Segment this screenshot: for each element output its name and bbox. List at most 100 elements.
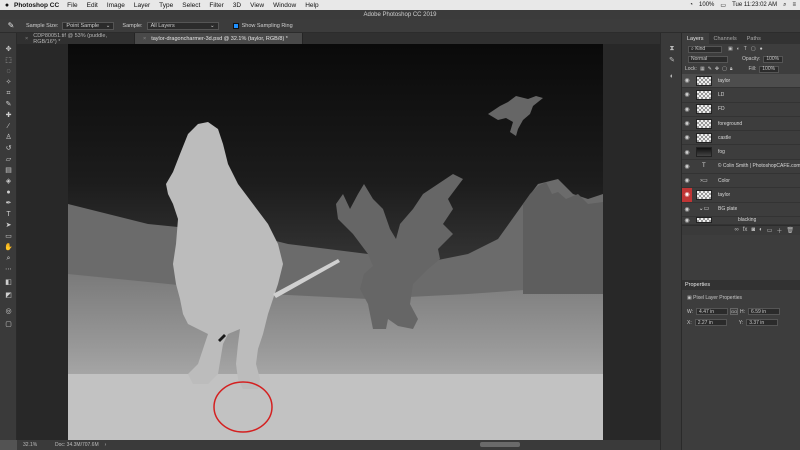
filter-adjustment-icon[interactable]: ◐ [737, 46, 740, 52]
clock[interactable]: Tue 11:23:02 AM [732, 2, 777, 8]
layer-style-icon[interactable]: fx [743, 227, 748, 233]
lasso-tool-icon[interactable]: ◌ [4, 67, 13, 76]
menu-select[interactable]: Select [182, 2, 200, 9]
color-panel-icon[interactable]: ◐ [668, 73, 676, 81]
new-group-icon[interactable]: ▭ [767, 227, 773, 234]
gradient-tool-icon[interactable]: ▤ [4, 166, 13, 175]
layer-row[interactable]: ◉ ›▭ Color [682, 174, 800, 189]
document-tab-active[interactable]: × taylor-dragoncharmer-3d.psd @ 32.1% (t… [135, 33, 303, 44]
menu-filter[interactable]: Filter [209, 2, 223, 9]
properties-title[interactable]: Properties [682, 280, 800, 290]
eye-icon[interactable]: ◉ [682, 177, 692, 184]
fill-field[interactable]: 100% [759, 65, 780, 73]
add-mask-icon[interactable]: ◙ [751, 227, 755, 233]
opacity-field[interactable]: 100% [763, 55, 784, 63]
filter-type-icon[interactable]: T [744, 46, 747, 52]
history-brush-tool-icon[interactable]: ↺ [4, 144, 13, 153]
tab-layers[interactable]: Layers [682, 33, 709, 44]
rectangle-tool-icon[interactable]: ▭ [4, 232, 13, 241]
zoom-tool-icon[interactable]: ⌕ [4, 254, 13, 263]
lock-pixels-icon[interactable]: ✎ [708, 66, 712, 72]
menu-file[interactable]: File [67, 2, 77, 9]
layer-row[interactable]: ◉ taylor [682, 74, 800, 89]
link-dimensions-button[interactable]: GO [730, 308, 739, 315]
type-tool-icon[interactable]: T [4, 210, 13, 219]
lock-artboard-icon[interactable]: ▢ [722, 66, 727, 72]
apple-icon[interactable]: ● [0, 2, 14, 9]
layer-kind-filter[interactable]: ⌕ Kind [688, 45, 722, 53]
crop-tool-icon[interactable]: ⌗ [4, 89, 13, 98]
layer-row[interactable]: ◉ fog [682, 145, 800, 160]
lock-position-icon[interactable]: ✥ [715, 66, 719, 72]
y-field[interactable]: 3.37 in [746, 319, 779, 326]
eye-icon[interactable]: ◉ [682, 149, 692, 156]
hand-tool-icon[interactable]: ✋ [4, 243, 13, 252]
layer-row[interactable]: ◉ LD [682, 88, 800, 103]
menu-help[interactable]: Help [305, 2, 318, 9]
menu-layer[interactable]: Layer [134, 2, 150, 9]
layer-row[interactable]: ◉ foreground [682, 117, 800, 132]
lock-transparent-icon[interactable]: ▦ [700, 66, 705, 72]
battery-icon[interactable]: ▭ [720, 2, 726, 9]
width-field[interactable]: 4.47 in [696, 308, 729, 315]
eye-icon[interactable]: ◉ [682, 77, 692, 84]
dodge-tool-icon[interactable]: ● [4, 188, 13, 197]
brush-tool-icon[interactable]: ∕ [4, 122, 13, 131]
eye-icon[interactable]: ◉ [682, 188, 692, 202]
color-swatches-icon[interactable]: ◩ [4, 291, 13, 300]
eyedropper-tool-preset-icon[interactable]: ✎ [4, 21, 18, 31]
menu-view[interactable]: View [250, 2, 264, 9]
adjustment-layer-icon[interactable]: ◐ [759, 227, 763, 233]
zoom-level[interactable]: 32.1% [23, 442, 49, 448]
close-icon[interactable]: × [25, 36, 28, 42]
layer-row[interactable]: ◉ T © Colin Smith | PhotoshopCAFE.com [682, 160, 800, 175]
lock-all-icon[interactable]: 🔒︎ [730, 66, 733, 72]
blur-tool-icon[interactable]: ◈ [4, 177, 13, 186]
marquee-tool-icon[interactable]: ⬚ [4, 56, 13, 65]
eye-icon[interactable]: ◉ [682, 91, 692, 98]
document-tab[interactable]: × CDP80051.tif @ 53% (puddle, RGB/16*) * [17, 33, 135, 45]
eyedropper-tool-icon[interactable]: ✎ [4, 100, 13, 109]
layer-row[interactable]: ◉ blacking [682, 217, 800, 225]
show-sampling-ring-checkbox[interactable] [232, 22, 239, 29]
document-canvas[interactable] [68, 44, 603, 440]
screen-mode-icon[interactable]: ▢ [4, 320, 13, 329]
tab-paths[interactable]: Paths [742, 33, 766, 44]
trash-icon[interactable]: 🗑︎ [786, 227, 794, 234]
filter-toggle-icon[interactable]: ● [760, 46, 763, 52]
eraser-tool-icon[interactable]: ▱ [4, 155, 13, 164]
layer-row[interactable]: ◉ castle [682, 131, 800, 146]
eye-icon[interactable]: ◉ [682, 206, 692, 213]
blend-mode-select[interactable]: Normal [688, 55, 728, 63]
default-colors-icon[interactable]: ◧ [4, 278, 13, 287]
notification-center-icon[interactable]: ≡ [792, 2, 796, 8]
x-field[interactable]: 2.27 in [694, 319, 727, 326]
healing-brush-tool-icon[interactable]: ✚ [4, 111, 13, 120]
sample-size-select[interactable]: Point Sample ⌄ [62, 21, 115, 30]
menu-3d[interactable]: 3D [233, 2, 241, 9]
close-icon[interactable]: × [143, 36, 146, 42]
filter-shape-icon[interactable]: ▢ [751, 46, 756, 52]
eye-icon[interactable]: ◉ [682, 134, 692, 141]
history-panel-icon[interactable]: ⧗ [668, 45, 676, 53]
filter-pixel-icon[interactable]: ▣ [728, 46, 733, 52]
menu-image[interactable]: Image [107, 2, 125, 9]
spotlight-search-icon[interactable]: ⌕ [783, 2, 786, 9]
eye-icon[interactable]: ◉ [682, 106, 692, 113]
status-menu-chevron-icon[interactable]: › [105, 442, 107, 448]
more-tools-icon[interactable]: ⋯ [4, 265, 13, 274]
path-selection-tool-icon[interactable]: ➤ [4, 221, 13, 230]
pen-tool-icon[interactable]: ✒ [4, 199, 13, 208]
horizontal-scrollbar[interactable] [480, 442, 520, 447]
menu-edit[interactable]: Edit [87, 2, 98, 9]
sample-select[interactable]: All Layers ⌄ [146, 21, 219, 30]
quick-selection-tool-icon[interactable]: ✧ [4, 78, 13, 87]
wifi-icon[interactable]: ◔ [689, 2, 693, 8]
eye-icon[interactable]: ◉ [682, 163, 692, 170]
tab-channels[interactable]: Channels [709, 33, 742, 44]
clone-stamp-tool-icon[interactable]: ♙ [4, 133, 13, 142]
layer-row[interactable]: ◉ ⌄▭ BG plate [682, 203, 800, 217]
eye-icon[interactable]: ◉ [682, 120, 692, 127]
layer-row[interactable]: ◉ taylor [682, 188, 800, 203]
menu-type[interactable]: Type [159, 2, 173, 9]
